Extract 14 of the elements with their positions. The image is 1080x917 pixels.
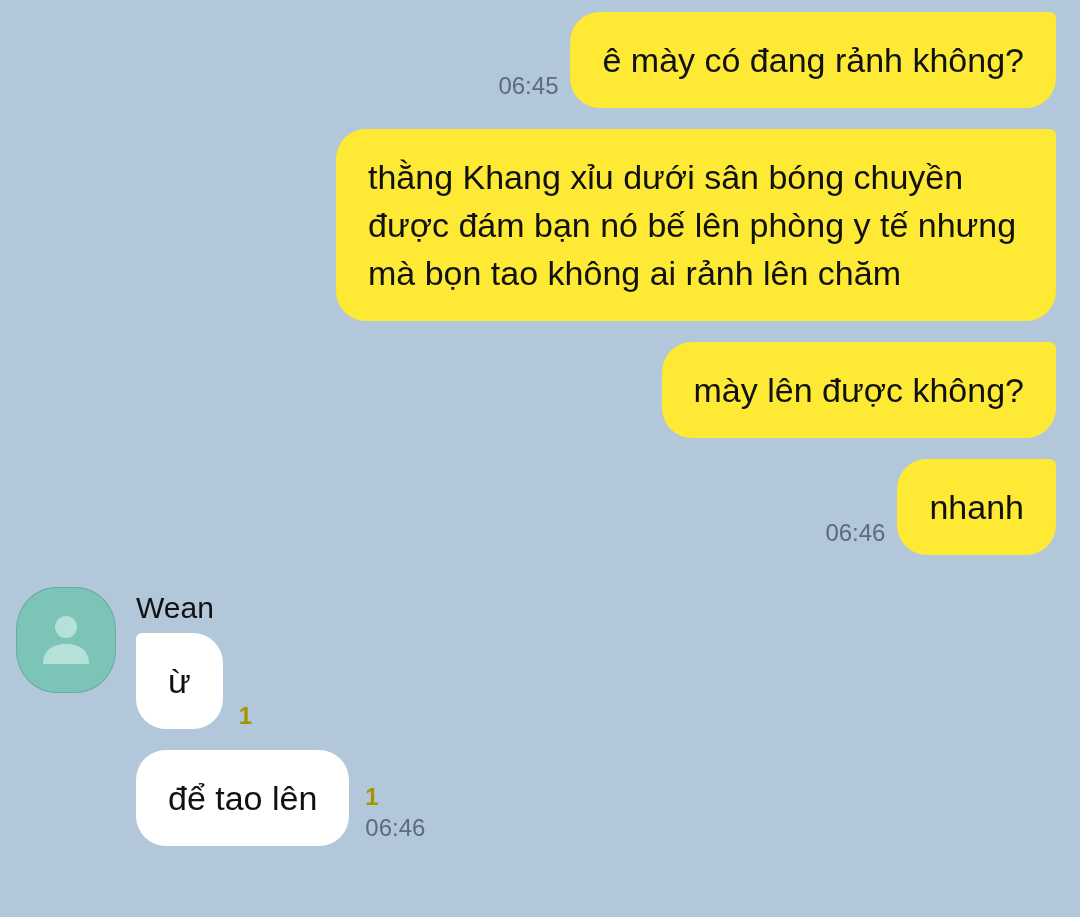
sent-message-bubble: ê mày có đang rảnh không? [570, 12, 1056, 108]
message-time: 06:45 [498, 71, 559, 101]
unread-count: 1 [238, 703, 253, 729]
sent-message-bubble: thằng Khang xỉu dưới sân bóng chuyền được đám bạn nó bế lên phòng y tế nhưng mà bọn tao không ai rảnh lên chăm [336, 129, 1056, 321]
sent-message-bubble: mày lên được không? [661, 342, 1056, 438]
unread-count: 1 [365, 784, 379, 810]
received-message-bubble: ừ [136, 633, 223, 729]
avatar[interactable] [16, 587, 116, 693]
sent-message-bubble: nhanh [897, 459, 1056, 555]
message-time: 06:46 [825, 518, 886, 548]
message-time: 06:46 [365, 813, 426, 843]
person-icon [43, 616, 89, 664]
sender-name: Wean [136, 591, 215, 625]
received-message-bubble: để tao lên [136, 750, 350, 846]
